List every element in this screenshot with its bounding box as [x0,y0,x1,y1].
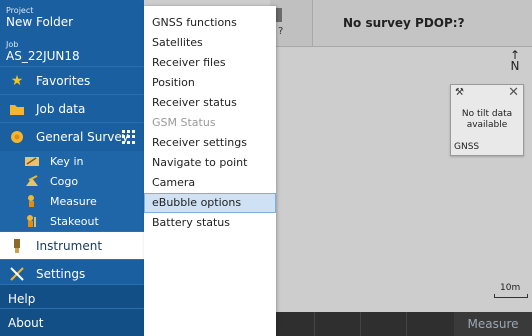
sidebar-subitem-stakeout[interactable]: Stakeout [0,211,144,231]
north-arrow: ↑ N [508,49,522,76]
close-icon[interactable]: ✕ [508,85,519,100]
menu-item-position[interactable]: Position [144,73,276,93]
key-in-icon [24,153,40,169]
measure-button[interactable]: Measure [454,312,532,336]
sidebar-item-label: Job data [36,101,86,116]
survey-icon [8,128,26,146]
job-label: Job [6,40,19,49]
sidebar-item-label: General Survey [36,129,129,144]
sidebar-item-label: Favorites [36,73,91,88]
north-label: N [510,59,520,73]
sidebar-item-label: Stakeout [50,214,99,228]
job-info[interactable]: Job AS_22JUN18 [6,40,138,63]
folder-icon [8,100,26,118]
sidebar: Project New Folder Job AS_22JUN18 ★ Favo… [0,0,144,336]
sidebar-item-about[interactable]: About [0,308,144,336]
receiver-icon [276,8,282,22]
menu-item-gsm-status: GSM Status [152,116,216,129]
stakeout-icon [24,213,40,229]
measure-icon [24,193,40,209]
instrument-menu: GNSS functions Satellites Receiver files… [144,6,276,336]
menu-item-battery-status[interactable]: Battery status [144,213,276,233]
sidebar-item-label: About [8,315,44,330]
sidebar-subitem-key-in[interactable]: Key in [0,151,144,171]
tilt-card[interactable]: ⚒ ✕ No tilt data available GNSS [450,84,524,156]
tilt-message: No tilt data available [461,109,513,130]
survey-status-text[interactable]: No survey PDOP:? [343,16,465,30]
sidebar-item-instrument[interactable]: Instrument [0,231,144,259]
toolbar-cell[interactable] [406,312,455,336]
toolbar-cell[interactable] [360,312,407,336]
toolbar-cell[interactable] [270,312,315,336]
menu-item-receiver-status[interactable]: Receiver status [144,93,276,113]
project-value: New Folder [6,15,74,29]
sidebar-subitem-measure[interactable]: Measure [0,191,144,211]
instrument-icon [8,237,26,255]
sidebar-subitem-cogo[interactable]: Cogo [0,171,144,191]
job-value: AS_22JUN18 [6,49,80,63]
scale-label: 10m [500,283,521,293]
menu-item-camera[interactable]: Camera [144,173,276,193]
settings-icon [8,265,26,283]
sidebar-item-job-data[interactable]: Job data [0,94,144,122]
wrench-icon[interactable]: ⚒ [455,87,464,98]
sidebar-item-favorites[interactable]: ★ Favorites [0,66,144,94]
project-label: Project [6,6,34,15]
instrument-status-cell[interactable]: ? [270,0,313,46]
menu-item-receiver-files[interactable]: Receiver files [144,53,276,73]
scale-bar [494,294,528,298]
menu-item-satellites[interactable]: Satellites [144,33,276,53]
menu-item-ebubble-options[interactable]: eBubble options [144,193,276,213]
sidebar-item-label: Measure [50,194,97,208]
tilt-source-label: GNSS [454,142,480,152]
sidebar-item-label: Help [8,291,36,306]
toolbar-cell[interactable] [314,312,361,336]
star-icon: ★ [10,72,24,89]
sidebar-item-label: Key in [50,154,84,168]
menu-item-navigate-to-point[interactable]: Navigate to point [144,153,276,173]
sidebar-item-label: Settings [36,266,86,281]
sidebar-item-general-survey[interactable]: General Survey [0,122,144,150]
sidebar-item-label: Cogo [50,174,79,188]
sidebar-item-settings[interactable]: Settings [0,259,144,287]
menu-item-receiver-settings[interactable]: Receiver settings [144,133,276,153]
project-info[interactable]: Project New Folder [6,6,138,29]
menu-item-gnss-functions[interactable]: GNSS functions [144,13,276,33]
status-unknown-text: ? [278,26,284,37]
sidebar-item-label: Instrument [36,238,103,253]
cogo-icon [24,173,40,189]
grid-icon[interactable] [122,130,136,144]
